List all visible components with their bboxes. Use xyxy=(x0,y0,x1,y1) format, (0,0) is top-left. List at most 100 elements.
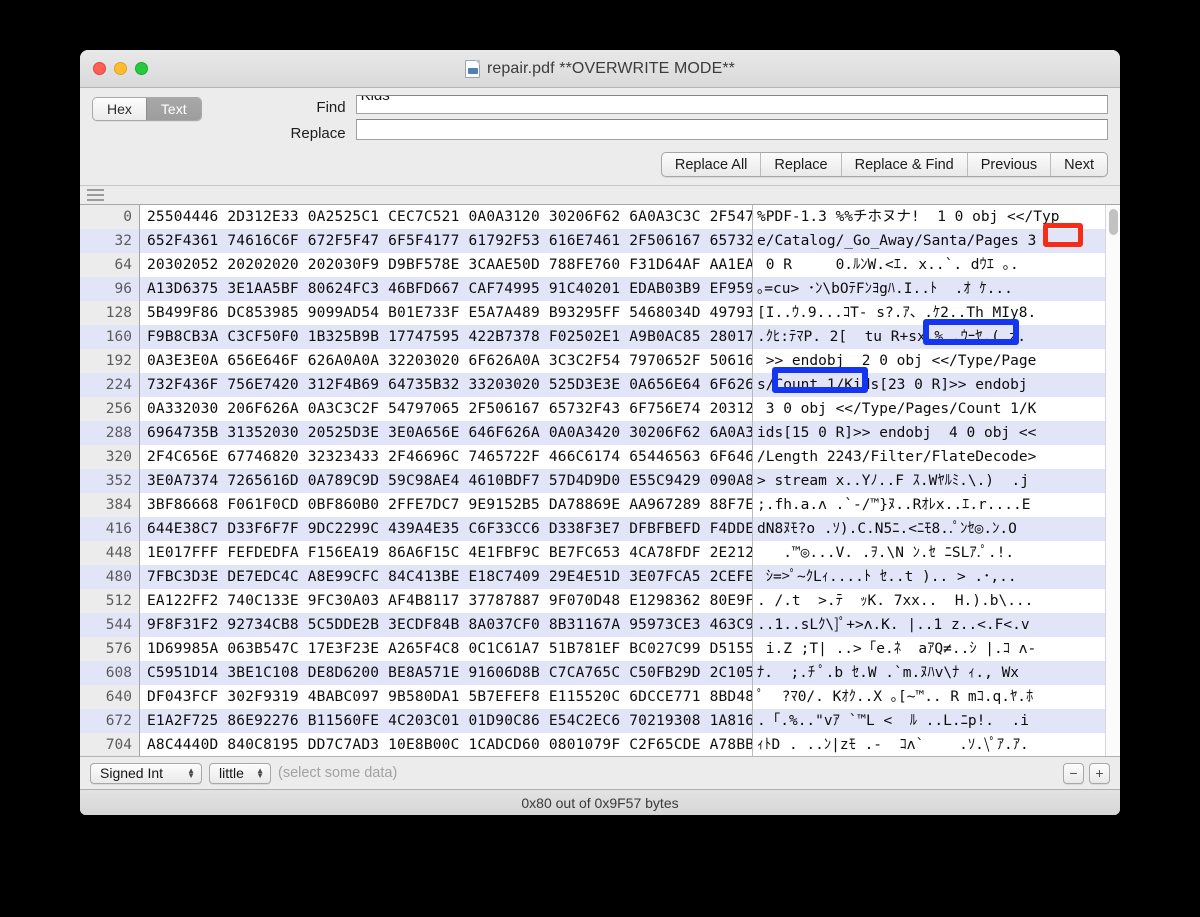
ascii-row: ｨﾄD . ..ﾝ|zﾓ .- ｺʌ` .ｿ.\ﾟｱ.ｱ. xyxy=(757,737,1029,753)
zoom-button[interactable] xyxy=(135,62,148,75)
data-inspector-bar: Signed Int ▲ ▼ little ▲ ▼ (select some dat… xyxy=(80,756,1120,789)
hex-editor-window: repair.pdf **OVERWRITE MODE** Hex Text F… xyxy=(80,50,1120,815)
hex-row: 9F8F31F2 92734CB8 5C5DDE2B 3ECDF84B 8A03… xyxy=(140,613,752,637)
zoom-controls: − + xyxy=(1063,762,1110,784)
hex-row: 1D69985A 063B547C 17E3F23E A265F4C8 0C1C… xyxy=(147,641,753,657)
hex-editor-view: 0 32 64 96 128 160 192 224 256 288 320 352 384 416 448… xyxy=(80,204,1120,756)
ascii-row: i.Z ;T| ..>「e.ﾈ aｱQ≠..ｼ |.ｺ ʌ- xyxy=(757,641,1037,657)
offset-cell: 224 xyxy=(80,373,139,397)
title-container: repair.pdf **OVERWRITE MODE** xyxy=(80,50,1120,88)
endianness-select[interactable]: little ▲ ▼ xyxy=(209,762,271,784)
ascii-row: .ｸﾋ:ﾃﾏP. 2[ tu R+sx.% .ｳｰﾔ.( z. xyxy=(753,325,1105,349)
close-button[interactable] xyxy=(93,62,106,75)
vertical-scrollbar[interactable] xyxy=(1105,205,1120,756)
hex-row: 5B499F86 DC853985 9099AD54 B01E733F E5A7… xyxy=(147,305,753,321)
toolbar-button-row: Replace All Replace Replace & Find Previ… xyxy=(92,142,1108,185)
hex-row: 732F436F 756E7420 312F4B69 64735B32 3320… xyxy=(140,373,752,397)
ascii-row: ｼ=>ﾟ~ｸLｨ....ﾄ ｾ..t ).. > .･,.. xyxy=(753,565,1105,589)
offset-cell: 512 xyxy=(105,593,132,609)
hex-row: 7FBC3D3E DE7EDC4C A8E99CFC 84C413BE E18C… xyxy=(140,565,752,589)
title-bar[interactable]: repair.pdf **OVERWRITE MODE** xyxy=(80,50,1120,88)
find-label: Find xyxy=(316,99,346,116)
find-input-value: Kids xyxy=(360,95,390,104)
minimize-button[interactable] xyxy=(114,62,127,75)
ascii-row: > stream x..Yﾉ..F ｽ.Wﾔﾙﾐ.\.) .j xyxy=(753,469,1105,493)
ascii-row: .「.%.."vｱ `™L < ﾙ ..L.ﾆp!. .i xyxy=(753,709,1105,733)
hex-row: F9B8CB3A C3CF50F0 1B325B9B 17747595 422B… xyxy=(140,325,752,349)
selection-hint: (select some data) xyxy=(278,765,398,781)
hex-column[interactable]: 25504446 2D312E33 0A2525C1 CEC7C521 0A0A… xyxy=(140,205,753,756)
next-button[interactable]: Next xyxy=(1050,153,1107,176)
hex-row: A8C4440D 840C8195 DD7C7AD3 10E8B00C 1CAD… xyxy=(147,737,753,753)
hex-row: 652F4361 74616C6F 672F5F47 6F5F4177 6179… xyxy=(140,229,752,253)
replace-and-find-button[interactable]: Replace & Find xyxy=(840,153,967,176)
ascii-row: . /.t >.ﾃ ｯK. 7xx.. H.).b\... xyxy=(757,593,1034,609)
replace-label: Replace xyxy=(290,125,346,142)
ascii-row: 3 0 obj <</Type/Pages/Count 1/K xyxy=(757,401,1037,417)
find-input[interactable]: Kids xyxy=(355,95,1108,114)
offset-cell: 480 xyxy=(80,565,139,589)
hex-row: 3E0A7374 7265616D 0A789C9D 59C98AE4 4610… xyxy=(140,469,752,493)
hex-row: A13D6375 3E1AA5BF 80624FC3 46BFD667 CAF7… xyxy=(140,277,752,301)
editor-options-bar xyxy=(80,186,1120,204)
chevron-updown-icon: ▲ ▼ xyxy=(256,766,264,780)
toolbar-top-row: Hex Text Find Replace Kids xyxy=(92,95,1108,142)
offset-cell: 64 xyxy=(114,257,132,273)
ascii-row: ;.fh.a.ʌ .`-/™}ﾇ..Rｵﾚx..ｴ.r....E xyxy=(757,497,1031,513)
offset-cell: 288 xyxy=(80,421,139,445)
hex-row: 25504446 2D312E33 0A2525C1 CEC7C521 0A0A… xyxy=(147,209,753,225)
hex-row: EA122FF2 740C133E 9FC30A03 AF4B8117 3778… xyxy=(147,593,753,609)
offset-column: 0 32 64 96 128 160 192 224 256 288 320 352 384 416 448… xyxy=(80,205,140,756)
offset-cell: 256 xyxy=(105,401,132,417)
zoom-in-button[interactable]: + xyxy=(1089,762,1110,784)
hex-row: 3BF86668 F061F0CD 0BF860B0 2FFE7DC7 9E91… xyxy=(147,497,753,513)
offset-cell: 704 xyxy=(105,737,132,753)
ascii-row: e/Catalog/_Go_Away/Santa/Pages 3 xyxy=(753,229,1105,253)
offset-cell: 608 xyxy=(80,661,139,685)
offset-cell: 96 xyxy=(80,277,139,301)
ascii-row: ﾅ. ;.ﾁ ﾟ.b ｾ.W .`m.ﾇﾊv\ﾅ ｨ., Wx xyxy=(753,661,1105,685)
hex-row: 6964735B 31352030 20525D3E 3E0A656E 646F… xyxy=(140,421,752,445)
hex-row: 20302052 20202020 202030F9 D9BF578E 3CAA… xyxy=(147,257,753,273)
find-replace-fields: Kids xyxy=(355,95,1108,140)
ascii-row: .™◎...V. .ｦ.\N ﾝ.ｾ ﾆSLｱ.ﾟ.!. xyxy=(757,545,1015,561)
ascii-row: ｡=cu> ･ﾝ\bOﾃFﾝﾖgﾊ.I..ﾄ .ｵ ｹ... xyxy=(753,277,1105,301)
ascii-row: /Length 2243/Filter/FlateDecode> xyxy=(757,449,1037,465)
find-replace-labels: Find Replace xyxy=(268,95,346,142)
offset-cell: 160 xyxy=(80,325,139,349)
offset-cell: 416 xyxy=(80,517,139,541)
hex-text-mode-toggle[interactable]: Hex Text xyxy=(92,97,202,121)
scrollbar-thumb[interactable] xyxy=(1109,209,1118,235)
ascii-row: ids[15 0 R]>> endobj 4 0 obj << xyxy=(753,421,1105,445)
offset-cell: 544 xyxy=(80,613,139,637)
tab-text[interactable]: Text xyxy=(145,98,201,120)
pdf-document-icon xyxy=(464,60,480,78)
tab-hex[interactable]: Hex xyxy=(93,98,146,120)
offset-cell: 640 xyxy=(105,689,132,705)
status-bar: 0x80 out of 0x9F57 bytes xyxy=(80,789,1120,815)
offset-cell: 320 xyxy=(105,449,132,465)
data-type-value: Signed Int xyxy=(100,765,164,781)
offset-cell: 352 xyxy=(80,469,139,493)
zoom-out-button[interactable]: − xyxy=(1063,762,1084,784)
replace-input[interactable] xyxy=(355,119,1108,140)
hamburger-menu-icon[interactable] xyxy=(87,189,104,201)
replace-button-group: Replace All Replace Replace & Find Previ… xyxy=(660,152,1108,177)
ascii-row: %PDF-1.3 %%チホヌナ! 1 0 obj <</Typ xyxy=(757,209,1060,225)
ascii-row: ..1..sLｸ\]ﾟ+>ʌ.K. |..1 z..<.F<.v xyxy=(753,613,1105,637)
replace-button[interactable]: Replace xyxy=(760,153,840,176)
hex-row: DF043FCF 302F9319 4BABC097 9B580DA1 5B7E… xyxy=(147,689,753,705)
ascii-row: 0 R 0.ﾙﾝW.<ｴ. x..`. dｳｴ ｡. xyxy=(757,257,1019,273)
window-controls xyxy=(93,62,148,75)
ascii-row: s/Count 1/Kids[23 0 R]>> endobj xyxy=(753,373,1105,397)
hex-row: C5951D14 3BE1C108 DE8D6200 BE8A571E 9160… xyxy=(140,661,752,685)
endianness-value: little xyxy=(219,765,244,781)
ascii-column[interactable]: %PDF-1.3 %%チホヌナ! 1 0 obj <</Typ e/Catalog… xyxy=(753,205,1105,756)
previous-button[interactable]: Previous xyxy=(966,153,1050,176)
hex-row: 0A332030 206F626A 0A3C3C2F 54797065 2F50… xyxy=(147,401,753,417)
replace-all-button[interactable]: Replace All xyxy=(662,153,761,176)
hex-row: 0A3E3E0A 656E646F 626A0A0A 32203020 6F62… xyxy=(147,353,753,369)
data-type-select[interactable]: Signed Int ▲ ▼ xyxy=(90,762,202,784)
offset-cell: 192 xyxy=(105,353,132,369)
chevron-updown-icon: ▲ ▼ xyxy=(187,766,195,780)
